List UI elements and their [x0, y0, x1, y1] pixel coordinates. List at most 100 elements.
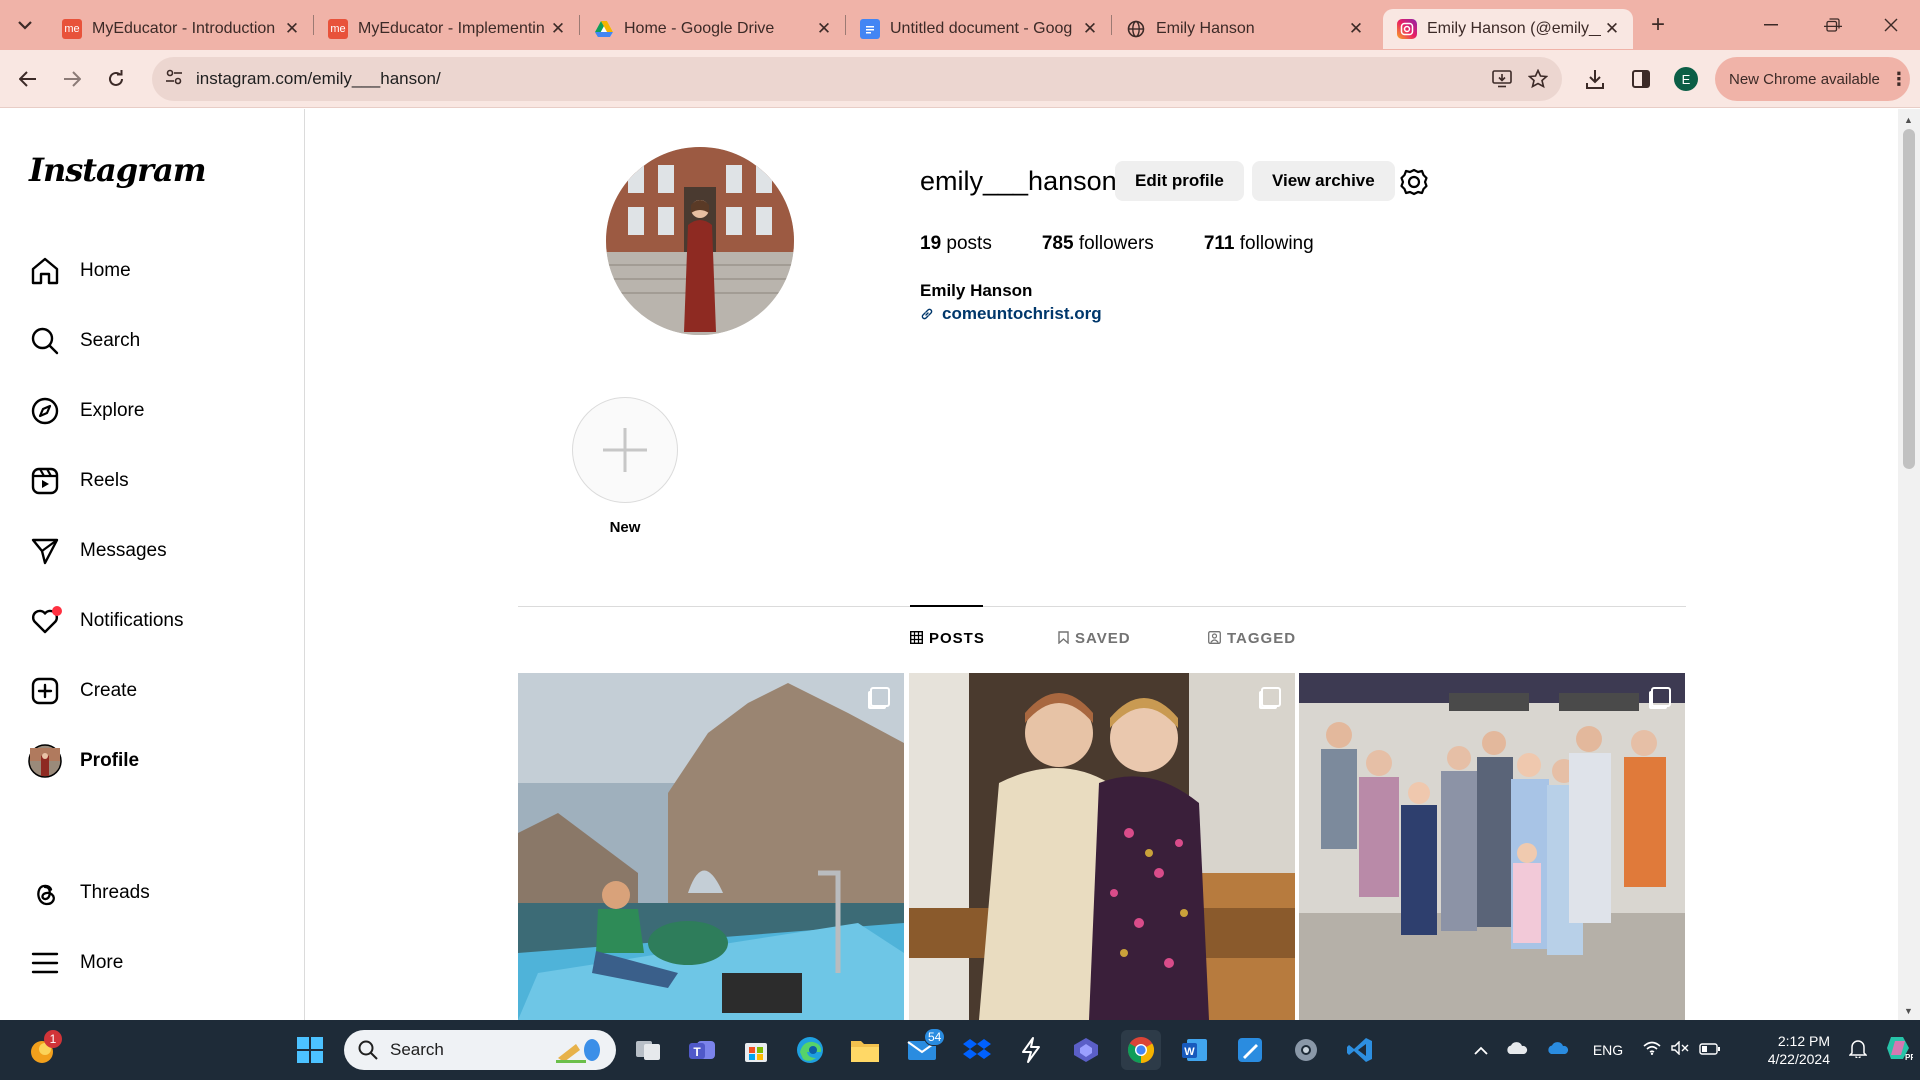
reload-icon[interactable]: [96, 59, 136, 99]
post-thumbnail-1[interactable]: [518, 673, 904, 1020]
tab-google-docs[interactable]: Untitled document - Goog ✕: [846, 9, 1111, 49]
heart-icon: [28, 604, 62, 638]
show-hidden-icons-chevron-icon[interactable]: [1466, 1042, 1496, 1059]
sidebar-item-profile[interactable]: Profile: [28, 733, 288, 789]
profile-link[interactable]: comeuntochrist.org: [920, 304, 1102, 324]
settings-icon[interactable]: [1286, 1030, 1326, 1070]
page-scrollbar[interactable]: ▲ ▼: [1898, 109, 1920, 1020]
url-text[interactable]: instagram.com/emily___hanson/: [196, 69, 1484, 89]
sidebar-item-threads[interactable]: Threads: [28, 865, 288, 921]
tab-google-drive[interactable]: Home - Google Drive ✕: [580, 9, 845, 49]
new-highlight-button[interactable]: [572, 397, 678, 503]
posts-stat[interactable]: 19 posts: [920, 233, 992, 255]
wifi-icon[interactable]: [1638, 1041, 1666, 1059]
close-window-button[interactable]: [1862, 0, 1920, 50]
close-icon[interactable]: ✕: [1079, 19, 1101, 39]
scroll-down-arrow-icon[interactable]: ▼: [1904, 1006, 1913, 1016]
language-indicator[interactable]: ENG: [1578, 1042, 1638, 1058]
paint-icon[interactable]: [1230, 1030, 1270, 1070]
more-vert-icon[interactable]: ⋮: [1890, 69, 1908, 90]
profile-username: emily___hanson: [920, 166, 1117, 196]
close-icon[interactable]: ✕: [1601, 19, 1623, 39]
edge-icon[interactable]: [790, 1030, 830, 1070]
scrollbar-thumb[interactable]: [1903, 129, 1915, 469]
clock[interactable]: 2:12 PM 4/22/2024: [1734, 1032, 1830, 1068]
multi-photo-icon: [870, 687, 890, 707]
teams-icon[interactable]: T: [682, 1030, 722, 1070]
task-view-icon[interactable]: [628, 1030, 668, 1070]
battery-icon[interactable]: [1694, 1042, 1726, 1059]
chrome-profile-avatar[interactable]: E: [1674, 67, 1698, 91]
new-chrome-available-button[interactable]: New Chrome available ⋮: [1715, 57, 1910, 101]
dropbox-icon[interactable]: [957, 1030, 997, 1070]
edit-profile-button[interactable]: Edit profile: [1115, 161, 1244, 201]
profile-avatar: [28, 744, 62, 778]
minimize-button[interactable]: [1742, 0, 1800, 50]
copilot-tray-icon[interactable]: PRE: [1878, 1033, 1920, 1067]
sidebar-item-messages[interactable]: Messages: [28, 523, 288, 579]
back-arrow-icon[interactable]: [8, 59, 48, 99]
mail-icon[interactable]: 54: [902, 1028, 946, 1070]
close-icon[interactable]: ✕: [1345, 19, 1367, 39]
scroll-up-arrow-icon[interactable]: ▲: [1904, 115, 1913, 125]
onedrive-business-icon[interactable]: [1538, 1041, 1578, 1059]
sidebar-item-search[interactable]: Search: [28, 313, 288, 369]
following-label: following: [1239, 233, 1314, 254]
windows-start-icon[interactable]: [290, 1030, 330, 1070]
onedrive-personal-icon[interactable]: [1496, 1041, 1538, 1059]
tab-posts[interactable]: POSTS: [909, 630, 985, 647]
tab-saved[interactable]: SAVED: [1058, 630, 1131, 647]
sidebar-item-reels[interactable]: Reels: [28, 453, 288, 509]
tab-search-chevron-icon[interactable]: [8, 8, 42, 42]
sidebar-item-explore[interactable]: Explore: [28, 383, 288, 439]
sidebar-item-home[interactable]: Home: [28, 243, 288, 299]
zap-app-icon[interactable]: [1011, 1030, 1051, 1070]
weather-widget-icon[interactable]: 1: [22, 1030, 62, 1070]
volume-muted-icon[interactable]: [1666, 1040, 1694, 1059]
forward-arrow-icon[interactable]: [52, 59, 92, 99]
profile-avatar-large[interactable]: [606, 147, 794, 335]
restore-window-button[interactable]: [1804, 0, 1862, 50]
tab-emily-hanson[interactable]: Emily Hanson ✕: [1112, 9, 1377, 49]
profile-stats: 19 posts 785 followers 711 following: [920, 233, 1364, 255]
sidebar-item-more[interactable]: More: [28, 935, 288, 991]
tab-myeducator-intro[interactable]: me MyEducator - Introduction ✕: [48, 9, 313, 49]
grid-icon: [909, 630, 924, 647]
site-info-icon[interactable]: [162, 69, 186, 90]
tab-tagged[interactable]: TAGGED: [1208, 630, 1296, 647]
search-icon: [358, 1040, 378, 1060]
following-stat[interactable]: 711 following: [1204, 233, 1314, 255]
side-panel-icon[interactable]: [1621, 59, 1661, 99]
vscode-icon[interactable]: [1340, 1030, 1380, 1070]
new-tab-plus-icon[interactable]: +: [1643, 10, 1673, 40]
followers-stat[interactable]: 785 followers: [1042, 233, 1154, 255]
notification-bell-icon[interactable]: [1838, 1038, 1878, 1062]
view-archive-button[interactable]: View archive: [1252, 161, 1395, 201]
bookmark-star-icon[interactable]: [1520, 61, 1556, 97]
tab-label: POSTS: [929, 630, 985, 647]
settings-gear-icon[interactable]: [1399, 167, 1429, 197]
close-icon[interactable]: ✕: [281, 19, 303, 39]
address-bar[interactable]: instagram.com/emily___hanson/: [152, 57, 1562, 101]
sidebar-item-create[interactable]: Create: [28, 663, 288, 719]
post-thumbnail-2[interactable]: [909, 673, 1295, 1020]
copilot-icon[interactable]: [1066, 1030, 1106, 1070]
sidebar-item-label: Search: [80, 330, 141, 351]
multi-photo-icon: [1651, 687, 1671, 707]
sidebar-item-notifications[interactable]: Notifications: [28, 593, 288, 649]
word-icon[interactable]: W: [1175, 1030, 1215, 1070]
menu-icon: [28, 946, 62, 980]
file-explorer-icon[interactable]: [845, 1030, 885, 1070]
install-app-icon[interactable]: [1484, 61, 1520, 97]
tab-myeducator-implementing[interactable]: me MyEducator - Implementin ✕: [314, 9, 579, 49]
downloads-icon[interactable]: [1575, 59, 1615, 99]
chrome-icon[interactable]: [1121, 1030, 1161, 1070]
microsoft-store-icon[interactable]: [736, 1030, 776, 1070]
tab-instagram-active[interactable]: Emily Hanson (@emily__h ✕: [1383, 9, 1633, 49]
close-icon[interactable]: ✕: [547, 19, 569, 39]
sidebar-item-label: Messages: [80, 540, 167, 561]
close-icon[interactable]: ✕: [813, 19, 835, 39]
taskbar-search-box[interactable]: Search: [344, 1030, 616, 1070]
post-thumbnail-3[interactable]: [1299, 673, 1685, 1020]
instagram-logo[interactable]: Instagram: [29, 151, 207, 189]
